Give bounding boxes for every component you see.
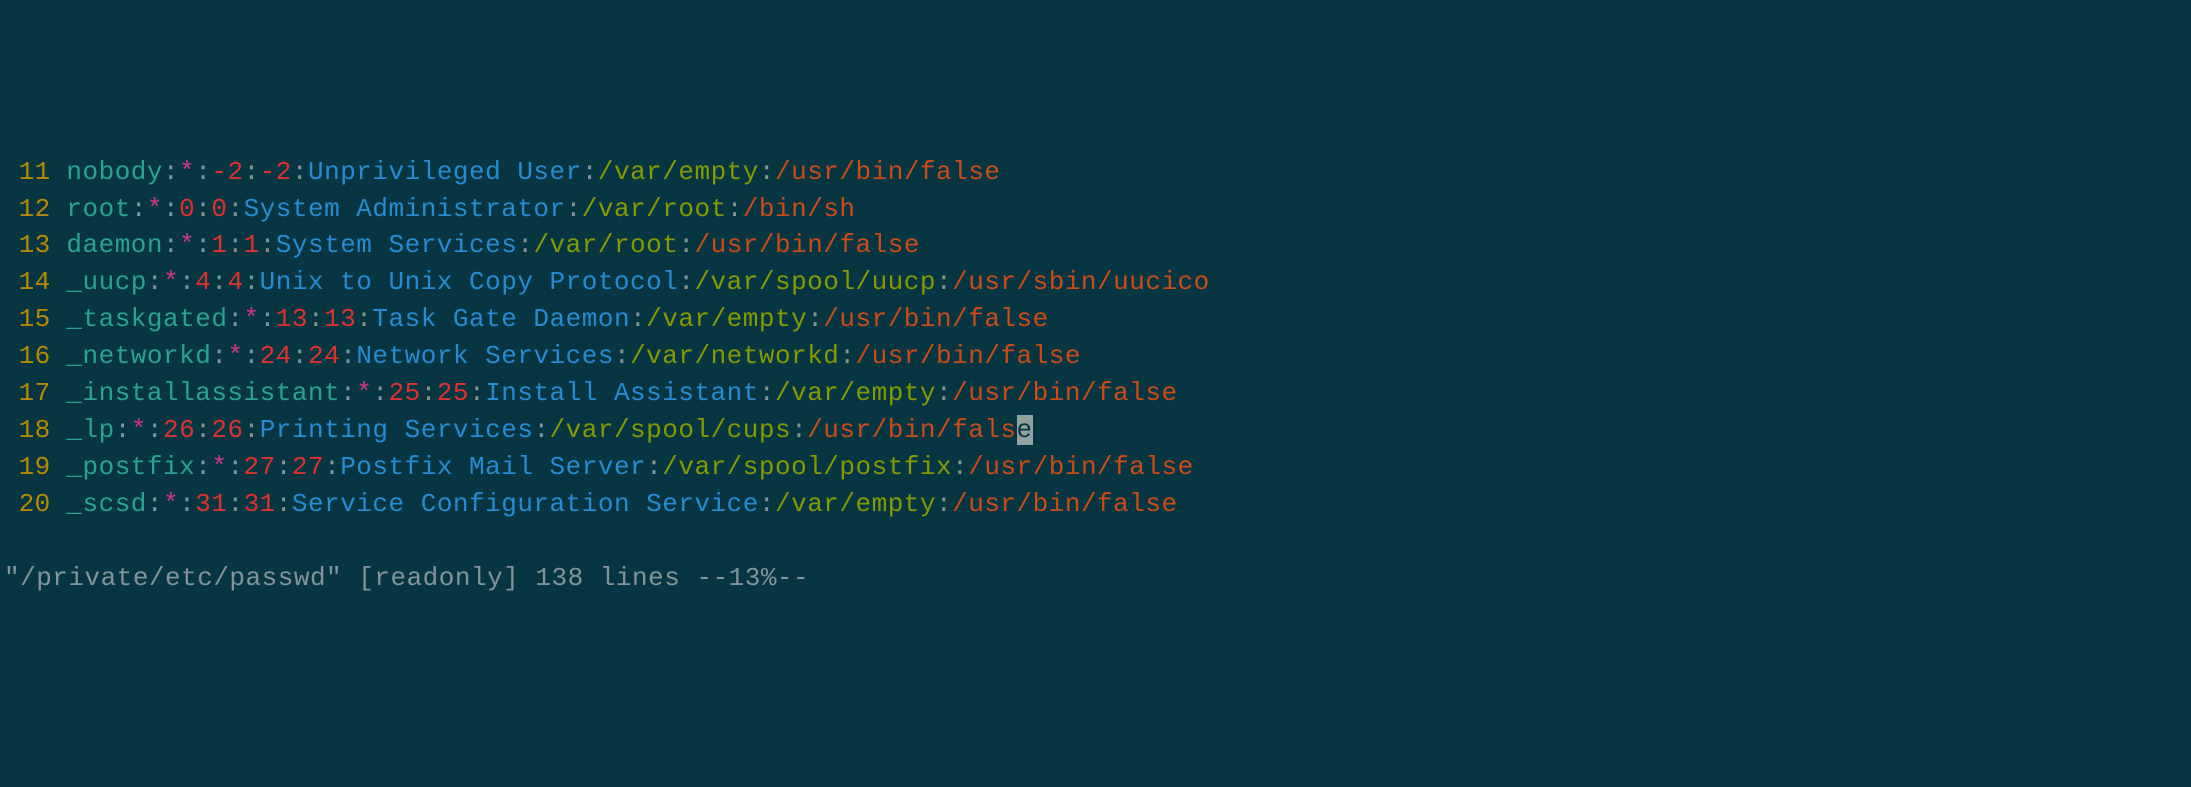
line-number: 18 bbox=[4, 412, 51, 449]
status-line: "/private/etc/passwd" [readonly] 138 lin… bbox=[4, 560, 2191, 597]
file-line: 15_taskgated:*:13:13:Task Gate Daemon:/v… bbox=[4, 301, 2191, 338]
line-number: 12 bbox=[4, 191, 51, 228]
line-number: 11 bbox=[4, 154, 51, 191]
editor-buffer[interactable]: 11nobody:*:-2:-2:Unprivileged User:/var/… bbox=[4, 154, 2191, 523]
file-line: 16_networkd:*:24:24:Network Services:/va… bbox=[4, 338, 2191, 375]
line-number: 20 bbox=[4, 486, 51, 523]
file-line: 20_scsd:*:31:31:Service Configuration Se… bbox=[4, 486, 2191, 523]
line-number: 15 bbox=[4, 301, 51, 338]
file-line: 13daemon:*:1:1:System Services:/var/root… bbox=[4, 227, 2191, 264]
line-number: 13 bbox=[4, 227, 51, 264]
line-number: 16 bbox=[4, 338, 51, 375]
file-line: 11nobody:*:-2:-2:Unprivileged User:/var/… bbox=[4, 154, 2191, 191]
file-line: 19_postfix:*:27:27:Postfix Mail Server:/… bbox=[4, 449, 2191, 486]
file-line: 14_uucp:*:4:4:Unix to Unix Copy Protocol… bbox=[4, 264, 2191, 301]
line-number: 17 bbox=[4, 375, 51, 412]
cursor: e bbox=[1017, 415, 1033, 445]
line-number: 19 bbox=[4, 449, 51, 486]
line-number: 14 bbox=[4, 264, 51, 301]
file-line: 12root:*:0:0:System Administrator:/var/r… bbox=[4, 191, 2191, 228]
file-line: 18_lp:*:26:26:Printing Services:/var/spo… bbox=[4, 412, 2191, 449]
file-line: 17_installassistant:*:25:25:Install Assi… bbox=[4, 375, 2191, 412]
